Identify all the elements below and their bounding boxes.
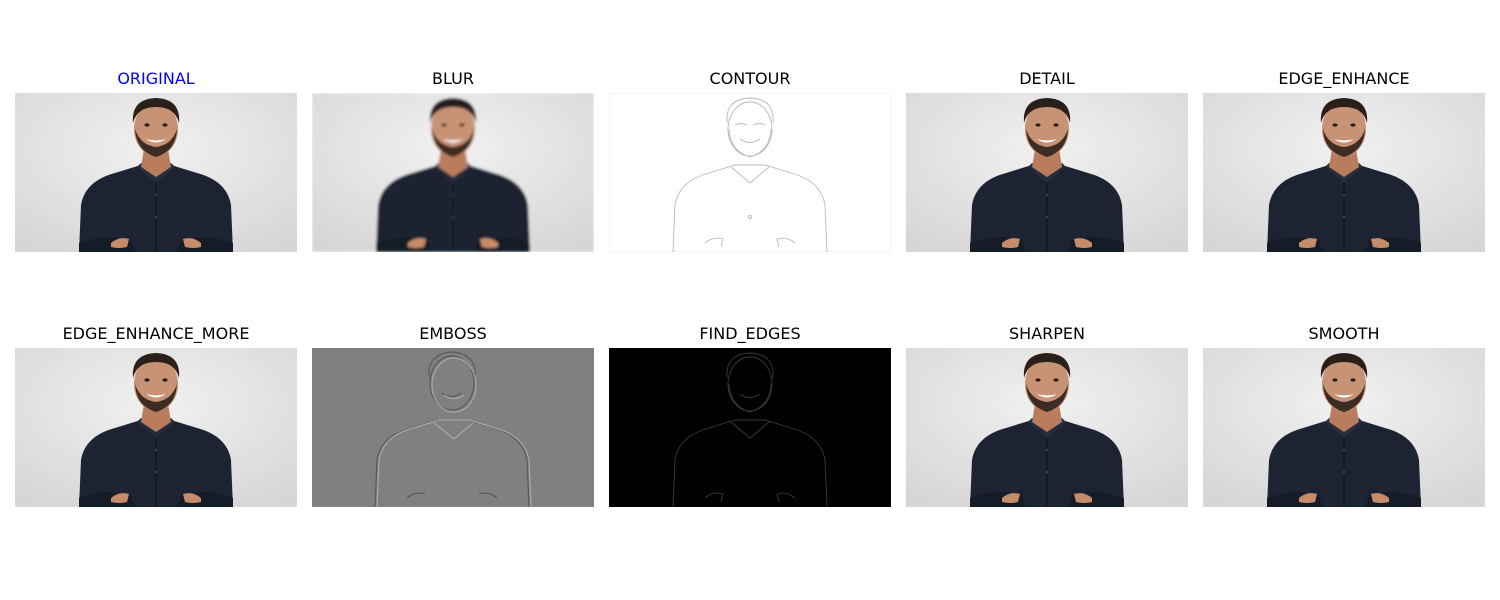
panel-contour: CONTOUR <box>609 68 891 258</box>
panel-title-original: ORIGINAL <box>117 69 195 88</box>
panel-edge-enhance-more: EDGE_ENHANCE_MORE <box>15 323 297 513</box>
portrait-edge-enhance-image <box>1203 93 1485 252</box>
panel-smooth: SMOOTH <box>1203 323 1485 513</box>
panel-title-detail: DETAIL <box>1019 69 1075 88</box>
panel-original: ORIGINAL <box>15 68 297 258</box>
panel-detail: DETAIL <box>906 68 1188 258</box>
panel-title-find-edges: FIND_EDGES <box>699 324 801 343</box>
panel-emboss: EMBOSS <box>312 323 594 513</box>
panel-sharpen: SHARPEN <box>906 323 1188 513</box>
panel-title-edge-enhance-more: EDGE_ENHANCE_MORE <box>62 324 250 343</box>
portrait-contour-image <box>609 93 891 252</box>
panel-blur: BLUR <box>312 68 594 258</box>
portrait-smooth-image <box>1203 348 1485 507</box>
panel-edge-enhance: EDGE_ENHANCE <box>1203 68 1485 258</box>
panel-find-edges: FIND_EDGES <box>609 323 891 513</box>
portrait-find-edges-image <box>609 348 891 507</box>
panel-title-emboss: EMBOSS <box>419 324 487 343</box>
portrait-original-image <box>15 93 297 252</box>
panel-title-contour: CONTOUR <box>709 69 791 88</box>
panel-title-sharpen: SHARPEN <box>1009 324 1085 343</box>
panel-title-edge-enhance: EDGE_ENHANCE <box>1278 69 1410 88</box>
portrait-detail-image <box>906 93 1188 252</box>
portrait-edge-enhance-more-image <box>15 348 297 507</box>
portrait-blur-image <box>312 93 594 252</box>
panel-title-smooth: SMOOTH <box>1308 324 1380 343</box>
portrait-sharpen-image <box>906 348 1188 507</box>
panel-title-blur: BLUR <box>432 69 474 88</box>
portrait-emboss-image <box>312 348 594 507</box>
